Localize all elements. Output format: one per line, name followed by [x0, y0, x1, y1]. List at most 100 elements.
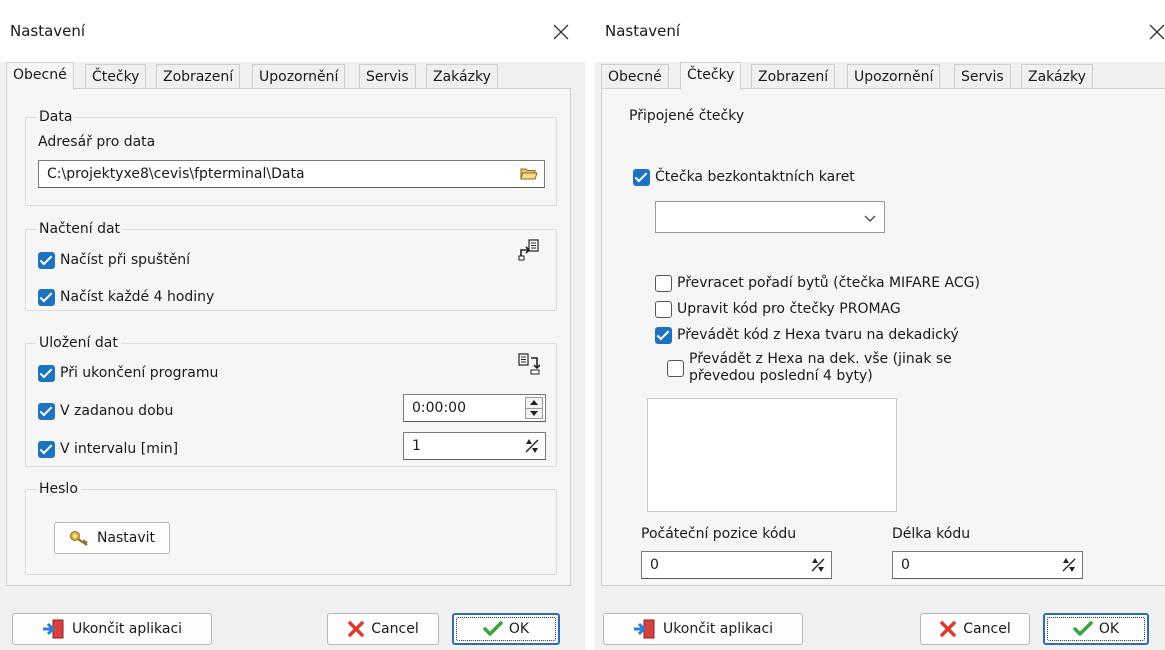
cancel-button[interactable]: Cancel: [327, 613, 439, 645]
data-dir-label: Adresář pro data: [38, 134, 156, 150]
tab-notifications[interactable]: Upozornění: [847, 64, 941, 89]
tab-panel-readers: Připojené čtečky Čtečka bezkontaktních k…: [601, 88, 1165, 586]
close-button[interactable]: [543, 14, 579, 50]
code-length-input[interactable]: 0: [892, 551, 1083, 579]
exit-app-button[interactable]: Ukončit aplikaci: [603, 613, 803, 645]
tab-service[interactable]: Servis: [954, 64, 1011, 89]
tab-readers[interactable]: Čtečky: [85, 64, 147, 89]
load-data-icon: [518, 239, 539, 261]
load-data-now-button[interactable]: [515, 236, 543, 264]
set-password-button[interactable]: Nastavit: [54, 522, 170, 554]
tab-panel-general: Data Adresář pro data C:\projektyxe8\cev…: [6, 88, 571, 586]
load-data-group: Načtení dat Načíst při spuštění Načíst k…: [25, 220, 557, 311]
settings-window-readers: Nastavení Obecné Čtečky Zobrazení Upozor…: [595, 0, 1165, 650]
hex-to-dec-label: Převádět kód z Hexa tvaru na dekadický: [677, 327, 959, 343]
save-at-time-checkbox[interactable]: V zadanou dobu: [38, 402, 173, 420]
spin-arrows-icon: [525, 439, 539, 453]
connected-readers-label: Připojené čtečky: [629, 108, 745, 124]
hex-all-line-1: Převádět z Hexa na dek. vše (jinak se: [689, 351, 952, 367]
window-title: Nastavení: [605, 22, 681, 40]
save-interval-input[interactable]: 1: [403, 432, 546, 460]
close-button[interactable]: [1139, 14, 1165, 50]
reverse-bytes-label: Převracet pořadí bytů (čtečka MIFARE ACG…: [677, 275, 980, 291]
data-dir-value: C:\projektyxe8\cevis\fpterminal\Data: [47, 166, 305, 182]
title-bar: Nastavení: [0, 0, 585, 62]
spin-down-icon[interactable]: [526, 407, 542, 419]
spin-arrows-icon: [811, 558, 825, 572]
interval-spin-button[interactable]: [521, 433, 543, 459]
save-time-input[interactable]: 0:00:00: [403, 394, 546, 422]
set-password-label: Nastavit: [96, 530, 156, 546]
tab-display[interactable]: Zobrazení: [156, 64, 241, 89]
hex-all-line-2: převedou poslední 4 byty): [689, 368, 873, 384]
hex-all-label: Převádět z Hexa na dek. vše (jinak se př…: [689, 351, 952, 385]
code-length-spin-button[interactable]: [1058, 552, 1080, 578]
save-data-now-button[interactable]: [515, 350, 543, 378]
tab-general[interactable]: Obecné: [6, 62, 74, 90]
promag-label: Upravit kód pro čtečky PROMAG: [677, 301, 901, 317]
save-interval-checkbox[interactable]: V intervalu [min]: [38, 440, 178, 458]
start-position-spin-button[interactable]: [807, 552, 829, 578]
chevron-down-icon: [864, 211, 876, 227]
tab-service[interactable]: Servis: [359, 64, 416, 89]
cancel-label: Cancel: [371, 621, 419, 637]
save-group-title: Uložení dat: [36, 334, 121, 352]
contactless-reader-checkbox[interactable]: Čtečka bezkontaktních karet: [633, 168, 855, 186]
ok-label: OK: [508, 621, 530, 637]
hex-to-dec-checkbox[interactable]: Převádět kód z Hexa tvaru na dekadický: [655, 326, 959, 344]
close-icon: [1149, 24, 1165, 40]
hex-all-checkbox[interactable]: Převádět z Hexa na dek. vše (jinak se př…: [667, 351, 952, 385]
reader-select[interactable]: [655, 201, 885, 233]
tab-orders[interactable]: Zakázky: [426, 64, 498, 89]
exit-app-label: Ukončit aplikaci: [662, 621, 774, 637]
promag-checkbox[interactable]: Upravit kód pro čtečky PROMAG: [655, 300, 901, 318]
checkbox-unchecked: [655, 301, 672, 318]
cancel-x-icon: [939, 620, 957, 638]
checkmark-icon: [1073, 621, 1093, 637]
tab-notifications[interactable]: Upozornění: [252, 64, 346, 89]
checkbox-checked: [38, 403, 55, 420]
ok-button[interactable]: OK: [1043, 613, 1149, 645]
start-position-label: Počáteční pozice kódu: [641, 526, 797, 542]
checkbox-unchecked: [655, 275, 672, 292]
tab-readers[interactable]: Čtečky: [680, 62, 742, 90]
data-group: Data Adresář pro data C:\projektyxe8\cev…: [25, 108, 557, 206]
key-icon: [69, 530, 91, 546]
exit-door-icon: [633, 619, 657, 639]
reader-output-box[interactable]: [647, 398, 897, 512]
load-on-start-checkbox[interactable]: Načíst při spuštění: [38, 251, 190, 269]
time-spinner[interactable]: [525, 397, 543, 419]
start-position-value: 0: [650, 557, 659, 573]
exit-app-label: Ukončit aplikaci: [71, 621, 183, 637]
spin-arrows-icon: [1062, 558, 1076, 572]
window-title: Nastavení: [10, 22, 86, 40]
browse-folder-button[interactable]: [515, 160, 543, 188]
exit-door-icon: [42, 619, 66, 639]
spin-up-icon[interactable]: [526, 398, 542, 408]
tab-display[interactable]: Zobrazení: [751, 64, 836, 89]
load-on-start-label: Načíst při spuštění: [60, 252, 191, 268]
exit-app-button[interactable]: Ukončit aplikaci: [12, 613, 212, 645]
tab-general[interactable]: Obecné: [601, 64, 669, 89]
ok-button[interactable]: OK: [452, 613, 560, 645]
cancel-button[interactable]: Cancel: [920, 613, 1030, 645]
save-on-exit-checkbox[interactable]: Při ukončení programu: [38, 364, 218, 382]
checkbox-checked: [38, 441, 55, 458]
tab-orders[interactable]: Zakázky: [1021, 64, 1093, 89]
save-on-exit-label: Při ukončení programu: [60, 365, 219, 381]
checkbox-checked: [655, 327, 672, 344]
save-time-value: 0:00:00: [412, 400, 466, 416]
start-position-input[interactable]: 0: [641, 551, 832, 579]
save-interval-value: 1: [412, 438, 421, 454]
load-group-title: Načtení dat: [36, 220, 124, 238]
save-at-time-label: V zadanou dobu: [60, 403, 174, 419]
reverse-bytes-checkbox[interactable]: Převracet pořadí bytů (čtečka MIFARE ACG…: [655, 274, 980, 292]
close-icon: [553, 24, 569, 40]
load-every-4h-checkbox[interactable]: Načíst každé 4 hodiny: [38, 288, 214, 306]
settings-window-general: Nastavení Obecné Čtečky Zobrazení Upozor…: [0, 0, 585, 650]
save-data-group: Uložení dat Při ukončení programu V zada…: [25, 334, 557, 467]
data-dir-input[interactable]: C:\projektyxe8\cevis\fpterminal\Data: [38, 160, 545, 188]
cancel-x-icon: [347, 620, 365, 638]
folder-open-icon: [520, 168, 538, 180]
save-interval-label: V intervalu [min]: [60, 441, 179, 457]
